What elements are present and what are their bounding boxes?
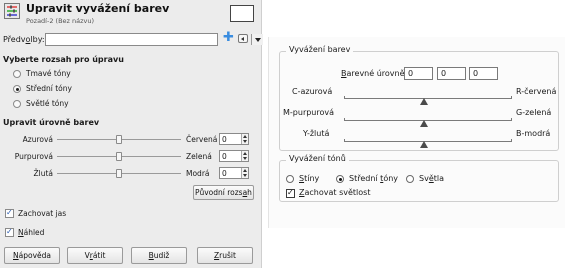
radio-midtones-label: Střední tóny — [26, 84, 72, 93]
radio-shadows-label: Tmavé tóny — [26, 69, 71, 78]
magenta-green-spinbox[interactable]: 0 — [219, 150, 249, 162]
radio-highlights[interactable] — [13, 100, 21, 108]
radio-midtones[interactable] — [336, 175, 344, 183]
radio-shadows[interactable] — [13, 70, 21, 78]
preserve-luminosity-checkbox[interactable] — [286, 188, 295, 198]
radio-midtones-label: Střední tóny — [349, 174, 399, 183]
slider-tick — [344, 118, 345, 121]
slider-magenta-green-thumb[interactable] — [116, 152, 122, 161]
cancel-button[interactable]: Zrušit — [197, 247, 253, 264]
yellow-blue-spinbox[interactable]: 0 — [219, 167, 249, 179]
slider-blue-label: B-modrá — [516, 129, 551, 138]
slider-yellow-blue-thumb[interactable] — [116, 169, 122, 178]
preserve-luminosity-label: Zachovat světlost — [299, 188, 371, 197]
radio-shadows[interactable] — [286, 175, 294, 183]
slider-green-label: Zelená — [186, 152, 212, 161]
slider-tick — [511, 139, 512, 142]
preview-label: Náhled — [18, 228, 45, 237]
magenta-green-value: 0 — [222, 152, 227, 161]
yellow-blue-slider-thumb[interactable] — [420, 141, 428, 148]
tone-balance-group-title: Vyvážení tónů — [286, 154, 349, 163]
color-levels-label: Barevné úrovně: — [341, 69, 408, 78]
photoshop-color-balance-panel: Vyvážení barev Barevné úrovně: 0 0 0 C-a… — [268, 37, 565, 228]
magenta-green-slider-track[interactable] — [344, 120, 512, 121]
slider-cyan-label: Azurová — [22, 135, 53, 144]
slider-yellow-label: Žlutá — [33, 169, 53, 178]
ok-button[interactable]: Budiž — [131, 247, 187, 264]
radio-midtones[interactable] — [13, 85, 21, 93]
magenta-green-slider-thumb[interactable] — [420, 120, 428, 127]
slider-cyan-label: C-azurová — [292, 87, 333, 96]
yellow-blue-slider-track[interactable] — [344, 141, 512, 142]
reset-button[interactable]: Vrátit — [67, 247, 123, 264]
cyan-red-slider-track[interactable] — [344, 98, 512, 99]
slider-magenta-label: Purpurová — [14, 152, 53, 161]
cyan-red-spinbox[interactable]: 0 — [219, 133, 249, 145]
level-input-2[interactable]: 0 — [437, 67, 466, 80]
slider-cyan-red-thumb[interactable] — [116, 135, 122, 144]
radio-highlights[interactable] — [406, 175, 414, 183]
level-input-3[interactable]: 0 — [469, 67, 498, 80]
slider-magenta-label: M-purpurová — [283, 108, 335, 117]
add-preset-icon[interactable]: ✚ — [223, 30, 234, 45]
presets-dropdown[interactable] — [45, 33, 263, 46]
color-balance-group-title: Vyvážení barev — [286, 45, 354, 54]
slider-tick — [344, 96, 345, 99]
slider-tick — [511, 96, 512, 99]
dialog-title: Upravit vyvážení barev — [26, 2, 170, 15]
slider-yellow-label: Y-žlutá — [303, 129, 330, 138]
preserve-luminosity-checkbox[interactable] — [5, 208, 14, 218]
chevron-down-icon[interactable] — [251, 34, 263, 45]
slider-tick — [511, 118, 512, 121]
preserve-luminosity-label: Zachovat jas — [18, 209, 67, 218]
radio-shadows-label: Stíny — [299, 174, 320, 183]
color-balance-icon — [4, 3, 20, 19]
presets-label: Předvolby: — [3, 35, 45, 44]
preset-menu-icon[interactable] — [238, 34, 248, 43]
spin-arrows-icon[interactable] — [241, 151, 248, 161]
yellow-blue-value: 0 — [222, 169, 227, 178]
levels-section-title: Upravit úrovně barev — [3, 118, 100, 127]
cyan-red-value: 0 — [222, 135, 227, 144]
slider-blue-label: Modrá — [186, 169, 210, 178]
color-balance-dialog: Upravit vyvážení barev Pozadí-2 (Bez náz… — [0, 0, 263, 268]
slider-green-label: G-zelená — [516, 108, 552, 117]
reset-range-button[interactable]: Původní rozsah — [193, 185, 254, 200]
slider-red-label: Červená — [186, 135, 218, 144]
range-section-title: Vyberte rozsah pro úpravu — [3, 55, 124, 64]
radio-highlights-label: Světla — [419, 174, 444, 183]
spin-arrows-icon[interactable] — [241, 134, 248, 144]
slider-tick — [344, 139, 345, 142]
slider-red-label: R-červená — [516, 87, 557, 96]
radio-highlights-label: Světlé tóny — [26, 99, 69, 108]
preview-checkbox[interactable] — [5, 227, 14, 237]
spin-arrows-icon[interactable] — [241, 168, 248, 178]
cyan-red-slider-thumb[interactable] — [420, 98, 428, 105]
dialog-subtitle: Pozadí-2 (Bez názvu) — [26, 17, 95, 25]
help-button[interactable]: Nápověda — [4, 247, 60, 264]
level-input-1[interactable]: 0 — [404, 67, 433, 80]
layer-preview-thumbnail — [230, 5, 254, 22]
